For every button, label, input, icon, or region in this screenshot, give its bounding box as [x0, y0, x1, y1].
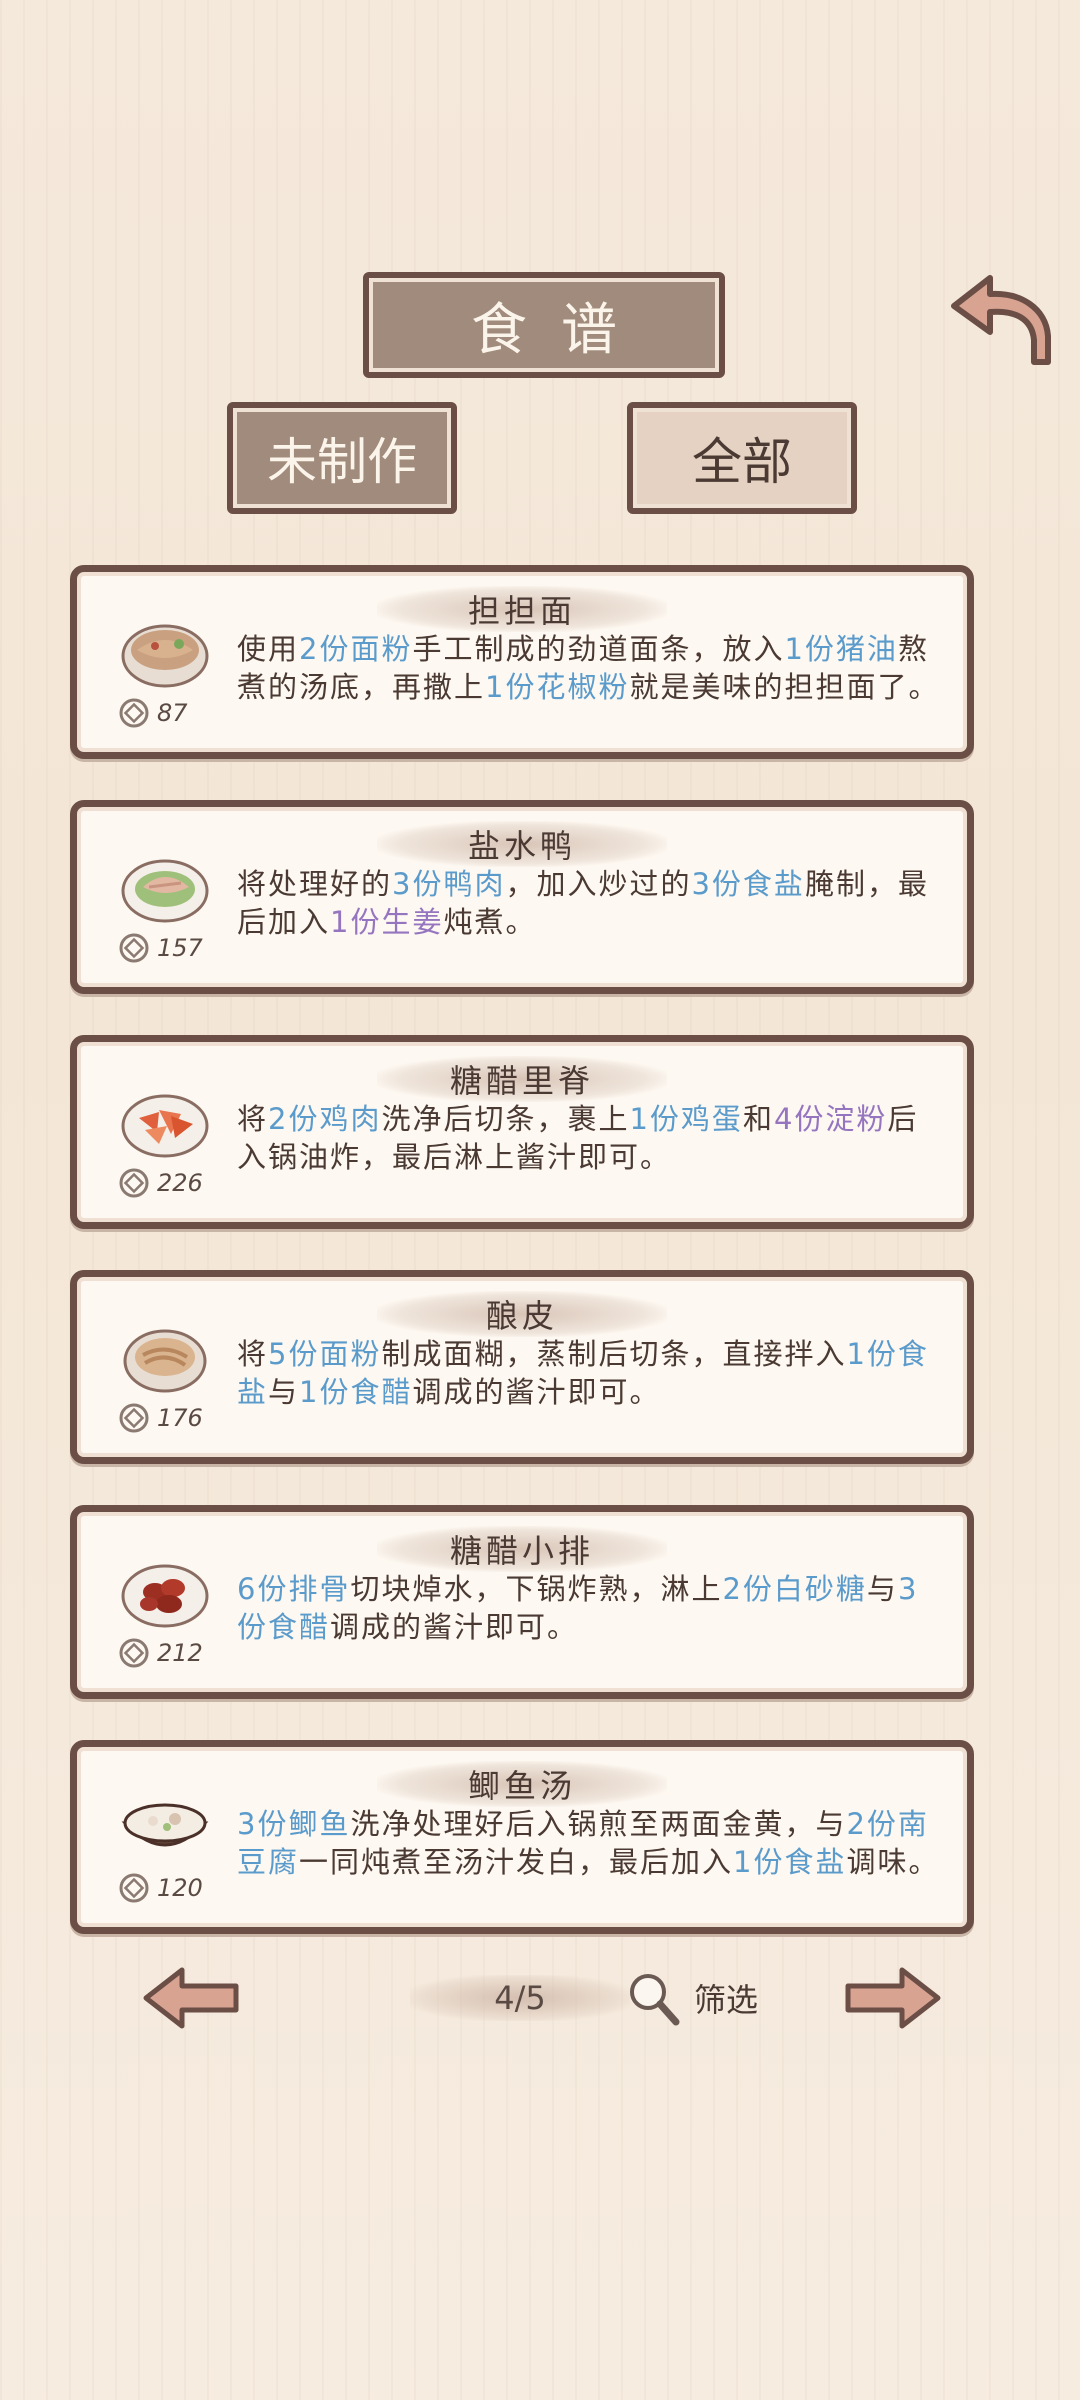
recipe-card[interactable]: 糖醋小排 212 6份排骨切块焯水，下锅炸熟，淋上2份白砂糖与3份食醋调成的酱汁… — [70, 1505, 974, 1699]
tab-all-label: 全部 — [692, 433, 792, 491]
recipe-name: 糖醋小排 — [449, 1532, 594, 1570]
coin-count: 87 — [157, 699, 188, 727]
coin-icon — [119, 1638, 149, 1668]
coin-count: 157 — [157, 934, 203, 962]
recipe-name: 酿皮 — [485, 1297, 558, 1335]
coin-icon — [119, 933, 149, 963]
coin-icon — [119, 1168, 149, 1198]
prev-page-button[interactable] — [142, 1966, 242, 2030]
fried-pork-icon — [121, 1094, 209, 1158]
duck-plate-icon — [121, 859, 209, 923]
filter-button[interactable]: 筛选 — [624, 1968, 758, 2028]
coin-icon — [119, 1873, 149, 1903]
page-title: 食谱 — [363, 272, 725, 378]
recipe-name: 糖醋里脊 — [449, 1062, 594, 1100]
coin-count: 212 — [157, 1639, 203, 1667]
coin-price: 120 — [119, 1873, 203, 1903]
recipe-name-banner: 糖醋里脊 — [377, 1056, 667, 1102]
recipe-description: 3份鲫鱼洗净处理好后入锅煎至两面金黄，与2份南豆腐一同炖煮至汤汁发白，最后加入1… — [237, 1807, 940, 1879]
fish-soup-pot-icon — [121, 1803, 209, 1847]
recipe-description: 使用2份面粉手工制成的劲道面条，放入1份猪油熬煮的汤底，再撒上1份花椒粉就是美味… — [237, 632, 940, 704]
recipe-card[interactable]: 糖醋里脊 226 将2份鸡肉洗净后切条，裹上1份鸡蛋和4份淀粉后入锅油炸，最后淋… — [70, 1035, 974, 1229]
filter-label: 筛选 — [694, 1981, 759, 2019]
coin-count: 176 — [157, 1404, 203, 1432]
liangpi-bowl-icon — [123, 1329, 207, 1393]
tab-unmade-label: 未制作 — [267, 433, 417, 491]
coin-count: 120 — [157, 1874, 203, 1902]
recipe-card[interactable]: 酿皮 176 将5份面粉制成面糊，蒸制后切条，直接拌入1份食盐与1份食醋调成的酱… — [70, 1270, 974, 1464]
coin-price: 176 — [119, 1403, 203, 1433]
recipe-name-banner: 酿皮 — [377, 1291, 667, 1337]
coin-count: 226 — [157, 1169, 203, 1197]
recipe-description: 将2份鸡肉洗净后切条，裹上1份鸡蛋和4份淀粉后入锅油炸，最后淋上酱汁即可。 — [237, 1102, 919, 1174]
recipe-name: 鲫鱼汤 — [467, 1767, 576, 1805]
recipe-name-banner: 鲫鱼汤 — [377, 1761, 667, 1807]
tab-unmade[interactable]: 未制作 — [227, 402, 457, 514]
coin-icon — [119, 698, 149, 728]
recipe-card[interactable]: 鲫鱼汤 120 3份鲫鱼洗净处理好后入锅煎至两面金黄，与2份南豆腐一同炖煮至汤汁… — [70, 1740, 974, 1934]
coin-icon — [119, 1403, 149, 1433]
magnifier-icon — [630, 1974, 680, 2026]
tab-all[interactable]: 全部 — [627, 402, 857, 514]
recipe-name-banner: 糖醋小排 — [377, 1526, 667, 1572]
page-indicator: 4/5 — [410, 1975, 630, 2021]
recipe-description: 将处理好的3份鸭肉，加入炒过的3份食盐腌制，最后加入1份生姜炖煮。 — [237, 867, 929, 939]
next-page-button[interactable] — [842, 1966, 942, 2030]
coin-price: 157 — [119, 933, 203, 963]
recipe-name: 盐水鸭 — [467, 827, 576, 865]
recipe-card[interactable]: 盐水鸭 157 将处理好的3份鸭肉，加入炒过的3份食盐腌制，最后加入1份生姜炖煮… — [70, 800, 974, 994]
left-arrow-icon — [143, 1967, 239, 2029]
back-arrow-icon — [951, 275, 1051, 365]
spare-ribs-icon — [121, 1564, 209, 1628]
back-button[interactable] — [942, 270, 1062, 370]
coin-price: 226 — [119, 1168, 203, 1198]
recipe-name-banner: 担担面 — [377, 586, 667, 632]
coin-price: 212 — [119, 1638, 203, 1668]
recipe-description: 将5份面粉制成面糊，蒸制后切条，直接拌入1份食盐与1份食醋调成的酱汁即可。 — [237, 1337, 929, 1409]
recipe-description: 6份排骨切块焯水，下锅炸熟，淋上2份白砂糖与3份食醋调成的酱汁即可。 — [237, 1572, 919, 1644]
right-arrow-icon — [845, 1967, 941, 2029]
page-title-text: 食谱 — [471, 297, 651, 363]
recipe-name-banner: 盐水鸭 — [377, 821, 667, 867]
recipe-card[interactable]: 担担面 87 使用2份面粉手工制成的劲道面条，放入1份猪油熬煮的汤底，再撒上1份… — [70, 565, 974, 759]
noodle-bowl-icon — [121, 624, 209, 688]
coin-price: 87 — [119, 698, 188, 728]
page-number: 4/5 — [494, 1979, 546, 2017]
recipe-name: 担担面 — [467, 592, 576, 630]
